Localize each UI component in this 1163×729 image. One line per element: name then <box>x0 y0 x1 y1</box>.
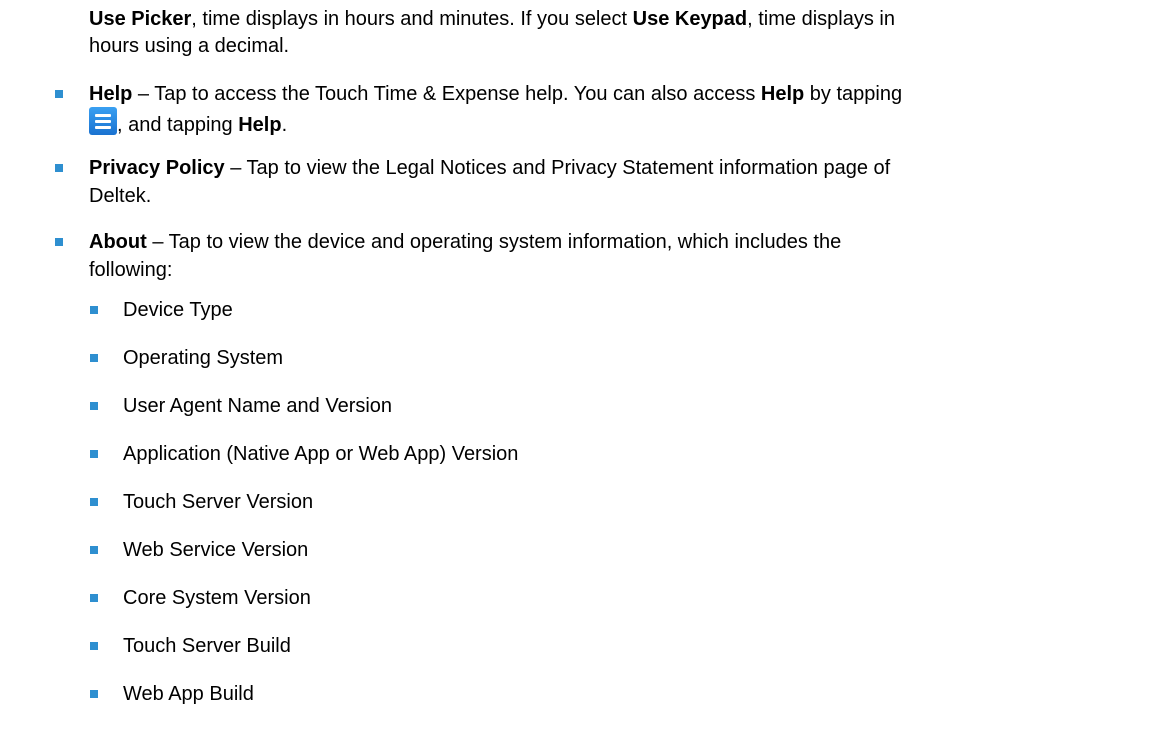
bullet-about <box>55 238 63 246</box>
about-subitem: Operating System <box>123 347 284 369</box>
about-text-a: – Tap to view the device and operating s… <box>146 231 842 253</box>
sub-bullet <box>90 354 98 362</box>
help-text-c: , and tapping <box>117 114 239 136</box>
help-text-a: – Tap to access the Touch Time & Expense… <box>132 83 761 105</box>
about-subitem: Core System Version <box>123 587 311 609</box>
about-line-2: following: <box>89 256 172 284</box>
privacy-line-2: Deltek. <box>89 182 151 210</box>
help-text-b: by tapping <box>804 83 903 105</box>
help-line-1: Help – Tap to access the Touch Time & Ex… <box>89 80 902 108</box>
document-page: Use Picker, time displays in hours and m… <box>0 0 1163 729</box>
about-subitem: Touch Server Version <box>123 491 314 513</box>
intro-line-2: hours using a decimal. <box>89 32 289 60</box>
help-text-d: . <box>281 114 288 136</box>
sub-bullet <box>90 546 98 554</box>
intro-text-a: , time displays in hours and minutes. If… <box>191 8 633 30</box>
about-text-b: following: <box>89 259 173 281</box>
about-term: About <box>89 231 147 253</box>
sub-bullet <box>90 690 98 698</box>
sub-bullet <box>90 594 98 602</box>
privacy-term: Privacy Policy <box>89 157 225 179</box>
about-subitem: Touch Server Build <box>123 635 291 657</box>
use-picker-term: Use Picker <box>89 8 192 30</box>
menu-icon <box>89 107 117 135</box>
about-subitem: Application (Native App or Web App) Vers… <box>123 443 519 465</box>
about-subitem: Device Type <box>123 299 233 321</box>
help-final-term: Help <box>238 114 282 136</box>
privacy-line-1: Privacy Policy – Tap to view the Legal N… <box>89 154 890 182</box>
about-subitem: Web App Build <box>123 683 254 705</box>
sub-bullet <box>90 306 98 314</box>
intro-text-b: , time displays in <box>747 8 895 30</box>
intro-line-1: Use Picker, time displays in hours and m… <box>89 5 895 33</box>
about-line-1: About – Tap to view the device and opera… <box>89 228 841 256</box>
sub-bullet <box>90 450 98 458</box>
privacy-text-b: Deltek. <box>89 185 152 207</box>
sub-bullet <box>90 498 98 506</box>
help-inline-term: Help <box>760 83 805 105</box>
about-subitem: Web Service Version <box>123 539 309 561</box>
privacy-text-a: – Tap to view the Legal Notices and Priv… <box>224 157 891 179</box>
help-line-2: , and tapping Help. <box>117 111 287 139</box>
bullet-help <box>55 90 63 98</box>
sub-bullet <box>90 402 98 410</box>
help-term: Help <box>89 83 133 105</box>
sub-bullet <box>90 642 98 650</box>
use-keypad-term: Use Keypad <box>632 8 748 30</box>
about-subitem: User Agent Name and Version <box>123 395 393 417</box>
bullet-privacy <box>55 164 63 172</box>
intro-text-c: hours using a decimal. <box>89 35 290 57</box>
